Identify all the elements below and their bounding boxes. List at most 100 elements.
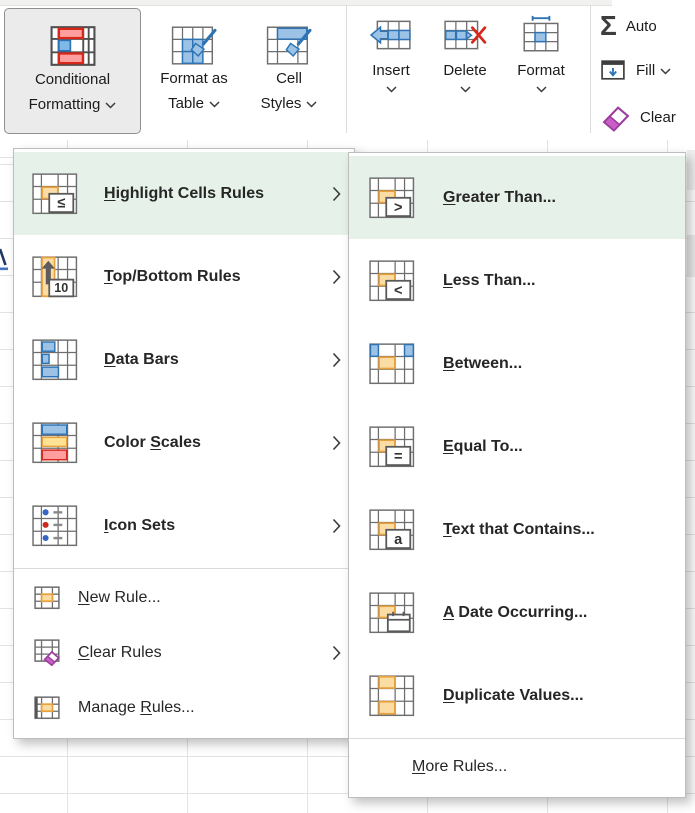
menu-item-icon-sets[interactable]: Icon Sets xyxy=(14,484,354,567)
cell-styles-label-line2: Styles xyxy=(261,91,318,116)
fill-icon xyxy=(600,58,627,83)
menu-item-label: Color Scales xyxy=(104,434,318,452)
submenu-item-label: A Date Occurring... xyxy=(443,604,685,622)
menu-item-highlight-cells-rules[interactable]: ≤ Highlight Cells Rules xyxy=(14,152,354,235)
menu-item-label: Clear Rules xyxy=(78,644,318,662)
svg-text:>: > xyxy=(394,200,403,216)
menu-item-label: Manage Rules... xyxy=(78,699,318,717)
submenu-item-between[interactable]: Between... xyxy=(349,322,685,405)
conditional-formatting-menu: ≤ Highlight Cells Rules 10 Top/Bottom Ru… xyxy=(13,148,355,739)
insert-label: Insert xyxy=(372,60,410,82)
svg-text:<: < xyxy=(394,283,403,299)
cell-styles-label-line1: Cell xyxy=(276,66,302,91)
ribbon-styles-group: Conditional Formatting xyxy=(0,0,695,140)
format-as-table-label-line1: Format as xyxy=(160,66,228,91)
menu-item-label: Data Bars xyxy=(104,351,318,369)
menu-item-label: Icon Sets xyxy=(104,517,318,535)
sigma-icon: Σ xyxy=(600,12,617,40)
submenu-item-less-than[interactable]: < Less Than... xyxy=(349,239,685,322)
autosum-button[interactable]: Σ Auto xyxy=(600,12,695,40)
submenu-item-greater-than[interactable]: > Greater Than... xyxy=(349,156,685,239)
chevron-down-icon xyxy=(105,102,116,109)
new-rule-icon xyxy=(34,586,68,610)
clipped-chart-fragment xyxy=(0,246,10,274)
chevron-down-icon xyxy=(660,68,671,75)
excel-conditional-formatting-screen: Conditional Formatting xyxy=(0,0,695,813)
format-label: Format xyxy=(517,60,565,82)
autosum-label: Auto xyxy=(626,18,657,35)
submenu-item-label: More Rules... xyxy=(412,758,507,776)
svg-text:a: a xyxy=(394,532,403,548)
submenu-item-duplicate-values[interactable]: Duplicate Values... xyxy=(349,654,685,737)
insert-cells-button[interactable]: Insert xyxy=(358,10,424,93)
chevron-down-icon xyxy=(536,86,547,93)
menu-item-manage-rules[interactable]: Manage Rules... xyxy=(14,680,354,735)
clear-label: Clear xyxy=(640,109,676,126)
text-that-contains-icon: a xyxy=(369,509,429,551)
top-bottom-rules-icon: 10 xyxy=(32,256,92,298)
menu-item-label: Highlight Cells Rules xyxy=(104,185,318,203)
less-than-icon: < xyxy=(369,260,429,302)
fill-label: Fill xyxy=(636,62,671,79)
conditional-formatting-label-line2: Formatting xyxy=(29,92,117,117)
submenu-item-a-date-occurring[interactable]: A Date Occurring... xyxy=(349,571,685,654)
conditional-formatting-icon xyxy=(50,9,96,67)
format-as-table-icon xyxy=(171,8,217,66)
insert-cells-icon xyxy=(370,10,412,60)
svg-text:≤: ≤ xyxy=(57,195,65,211)
submenu-item-more-rules[interactable]: More Rules... xyxy=(349,740,685,794)
date-occurring-icon xyxy=(369,592,429,634)
submenu-item-label: Greater Than... xyxy=(443,189,685,207)
submenu-item-label: Duplicate Values... xyxy=(443,687,685,705)
menu-item-color-scales[interactable]: Color Scales xyxy=(14,401,354,484)
worksheet-shaded-cell xyxy=(687,235,695,277)
data-bars-icon xyxy=(32,339,92,381)
menu-item-top-bottom-rules[interactable]: 10 Top/Bottom Rules xyxy=(14,235,354,318)
menu-separator xyxy=(349,738,685,739)
chevron-down-icon xyxy=(209,101,220,108)
format-cells-button[interactable]: Format xyxy=(508,10,574,93)
equal-to-icon: = xyxy=(369,426,429,468)
fill-button[interactable]: Fill xyxy=(600,58,695,83)
submenu-item-label: Equal To... xyxy=(443,438,685,456)
manage-rules-icon xyxy=(34,696,68,720)
delete-cells-button[interactable]: Delete xyxy=(432,10,498,93)
menu-item-new-rule[interactable]: New Rule... xyxy=(14,570,354,625)
menu-item-clear-rules[interactable]: Clear Rules xyxy=(14,625,354,680)
format-as-table-button[interactable]: Format as Table xyxy=(146,8,242,116)
clear-button[interactable]: Clear xyxy=(600,103,695,132)
submenu-item-equal-to[interactable]: = Equal To... xyxy=(349,405,685,488)
delete-label: Delete xyxy=(443,60,486,82)
cell-styles-button[interactable]: Cell Styles xyxy=(246,8,332,116)
submenu-item-label: Less Than... xyxy=(443,272,685,290)
cell-styles-icon xyxy=(266,8,312,66)
format-as-table-label-line2: Table xyxy=(168,91,220,116)
submenu-item-text-that-contains[interactable]: a Text that Contains... xyxy=(349,488,685,571)
ribbon-top-band xyxy=(0,0,612,6)
chevron-down-icon xyxy=(460,86,471,93)
icon-sets-icon xyxy=(32,505,92,547)
worksheet-shaded-cell xyxy=(687,150,695,190)
duplicate-values-icon xyxy=(369,675,429,717)
svg-text:=: = xyxy=(394,449,403,465)
ribbon-group-divider xyxy=(346,5,347,133)
color-scales-icon xyxy=(32,422,92,464)
menu-item-label: Top/Bottom Rules xyxy=(104,268,318,286)
submenu-item-label: Text that Contains... xyxy=(443,521,685,539)
chevron-down-icon xyxy=(306,101,317,108)
chevron-down-icon xyxy=(386,86,397,93)
eraser-icon xyxy=(600,103,631,132)
format-cells-icon xyxy=(520,10,562,60)
submenu-item-label: Between... xyxy=(443,355,685,373)
svg-text:10: 10 xyxy=(54,281,68,295)
menu-item-data-bars[interactable]: Data Bars xyxy=(14,318,354,401)
conditional-formatting-button[interactable]: Conditional Formatting xyxy=(4,8,141,134)
menu-separator xyxy=(14,568,354,569)
clear-rules-icon xyxy=(34,639,68,666)
greater-than-icon: > xyxy=(369,177,429,219)
between-icon xyxy=(369,343,429,385)
menu-item-label: New Rule... xyxy=(78,589,318,607)
conditional-formatting-label-line1: Conditional xyxy=(35,67,110,92)
ribbon-group-divider xyxy=(590,5,591,133)
highlight-cells-rules-icon: ≤ xyxy=(32,173,92,215)
